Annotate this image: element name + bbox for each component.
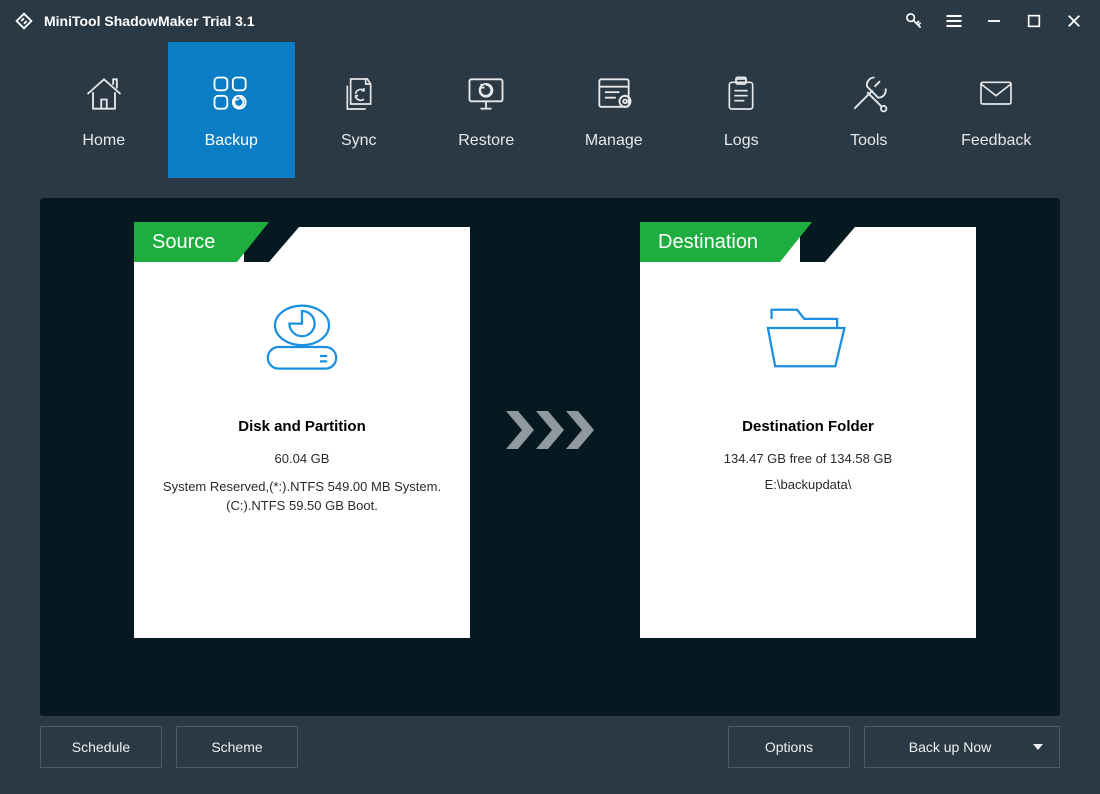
nav-label: Backup xyxy=(205,132,258,150)
source-tab-label: Source xyxy=(134,222,237,262)
nav-label: Sync xyxy=(341,132,377,150)
schedule-button[interactable]: Schedule xyxy=(40,726,162,768)
nav-feedback[interactable]: Feedback xyxy=(933,42,1061,178)
source-detail2: (C:).NTFS 59.50 GB Boot. xyxy=(212,496,392,516)
source-card[interactable]: Source Disk and Partition 60 xyxy=(134,222,470,638)
nav-backup[interactable]: Backup xyxy=(168,42,296,178)
nav-manage[interactable]: Manage xyxy=(550,42,678,178)
nav-tools[interactable]: Tools xyxy=(805,42,933,178)
source-title: Disk and Partition xyxy=(238,418,366,435)
nav-label: Tools xyxy=(850,132,887,150)
backup-now-label: Back up Now xyxy=(909,739,991,755)
destination-card[interactable]: Destination Destination Folder 134.47 GB… xyxy=(640,222,976,638)
app-title: MiniTool ShadowMaker Trial 3.1 xyxy=(44,13,255,29)
destination-path: E:\backupdata\ xyxy=(751,475,866,495)
arrows-icon xyxy=(470,222,640,638)
titlebar: MiniTool ShadowMaker Trial 3.1 xyxy=(0,0,1100,42)
menu-icon[interactable] xyxy=(934,0,974,42)
nav-label: Home xyxy=(82,132,125,150)
backup-icon xyxy=(207,70,255,118)
options-button[interactable]: Options xyxy=(728,726,850,768)
folder-icon xyxy=(758,288,858,388)
destination-title: Destination Folder xyxy=(742,418,874,435)
nav-home[interactable]: Home xyxy=(40,42,168,178)
scheme-button[interactable]: Scheme xyxy=(176,726,298,768)
bottom-bar: Schedule Scheme Options Back up Now xyxy=(40,726,1060,768)
nav-label: Logs xyxy=(724,132,759,150)
close-button[interactable] xyxy=(1054,0,1094,42)
chevron-down-icon xyxy=(1033,744,1043,750)
nav-label: Manage xyxy=(585,132,643,150)
logs-icon xyxy=(717,70,765,118)
home-icon xyxy=(80,70,128,118)
nav-sync[interactable]: Sync xyxy=(295,42,423,178)
tools-icon xyxy=(845,70,893,118)
main: Source Disk and Partition 60 xyxy=(0,178,1100,794)
feedback-icon xyxy=(972,70,1020,118)
source-size: 60.04 GB xyxy=(261,449,344,469)
nav-logs[interactable]: Logs xyxy=(678,42,806,178)
manage-icon xyxy=(590,70,638,118)
destination-free: 134.47 GB free of 134.58 GB xyxy=(710,449,906,469)
navbar: Home Backup Sync xyxy=(0,42,1100,178)
key-icon[interactable] xyxy=(894,0,934,42)
restore-icon xyxy=(462,70,510,118)
nav-restore[interactable]: Restore xyxy=(423,42,551,178)
nav-label: Restore xyxy=(458,132,514,150)
maximize-button[interactable] xyxy=(1014,0,1054,42)
destination-tab-label: Destination xyxy=(640,222,780,262)
backup-now-button[interactable]: Back up Now xyxy=(864,726,1060,768)
minimize-button[interactable] xyxy=(974,0,1014,42)
disk-icon xyxy=(252,288,352,388)
app-logo-icon xyxy=(12,9,36,33)
source-detail: System Reserved,(*:).NTFS 549.00 MB Syst… xyxy=(149,477,455,497)
sync-icon xyxy=(335,70,383,118)
nav-label: Feedback xyxy=(961,132,1031,150)
content-panel: Source Disk and Partition 60 xyxy=(40,198,1060,716)
